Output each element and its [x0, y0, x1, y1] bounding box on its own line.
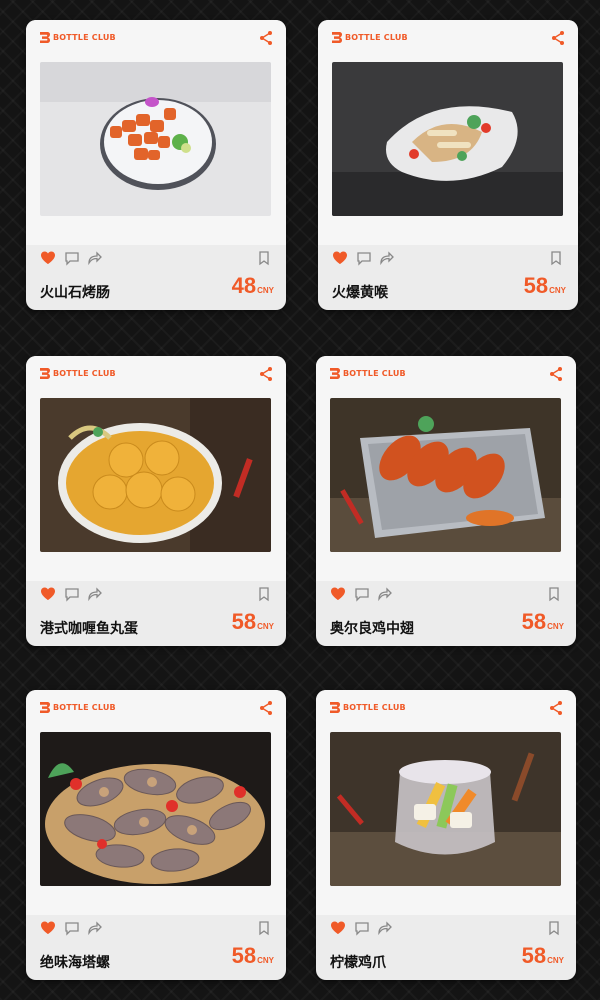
dish-price: 58CNY: [522, 943, 564, 969]
bottle-club-mark-icon: [40, 368, 50, 379]
bookmark-icon[interactable]: [548, 250, 564, 266]
forward-icon[interactable]: [376, 586, 392, 602]
dish-photo: [40, 732, 271, 886]
heart-icon[interactable]: [330, 920, 346, 936]
dish-name: 奥尔良鸡中翅: [330, 621, 414, 637]
dish-photo: [40, 398, 271, 552]
forward-icon[interactable]: [86, 586, 102, 602]
dish-photo: [40, 62, 271, 216]
dish-name: 火爆黄喉: [332, 285, 388, 301]
brand-name: BOTTLE CLUB: [343, 703, 406, 712]
bottle-club-mark-icon: [40, 32, 50, 43]
price-currency: CNY: [549, 286, 566, 295]
dish-price: 58CNY: [524, 273, 566, 299]
forward-icon[interactable]: [378, 250, 394, 266]
price-value: 58: [523, 273, 549, 298]
heart-icon[interactable]: [40, 920, 56, 936]
menu-card[interactable]: BOTTLE CLUB 火爆黄喉 58CNY: [318, 20, 578, 310]
brand-name: BOTTLE CLUB: [53, 33, 116, 42]
dish-price: 48CNY: [232, 273, 274, 299]
dish-name: 绝味海塔螺: [40, 955, 110, 971]
bookmark-icon[interactable]: [256, 920, 272, 936]
bottle-club-mark-icon: [330, 702, 340, 713]
price-value: 58: [231, 943, 257, 968]
action-bar: [330, 920, 562, 938]
dish-price: 58CNY: [232, 943, 274, 969]
brand-logo: BOTTLE CLUB: [330, 368, 406, 379]
bookmark-icon[interactable]: [256, 250, 272, 266]
price-currency: CNY: [547, 622, 564, 631]
bookmark-icon[interactable]: [256, 586, 272, 602]
heart-icon[interactable]: [332, 250, 348, 266]
dish-name: 火山石烤肠: [40, 285, 110, 301]
bottle-club-mark-icon: [40, 702, 50, 713]
action-bar: [40, 586, 272, 604]
share-icon[interactable]: [548, 700, 564, 716]
comment-icon[interactable]: [64, 586, 80, 602]
bookmark-icon[interactable]: [546, 920, 562, 936]
share-icon[interactable]: [258, 700, 274, 716]
brand-logo: BOTTLE CLUB: [40, 702, 116, 713]
brand-name: BOTTLE CLUB: [345, 33, 408, 42]
brand-logo: BOTTLE CLUB: [40, 368, 116, 379]
menu-card[interactable]: BOTTLE CLUB: [316, 690, 576, 980]
comment-icon[interactable]: [354, 920, 370, 936]
menu-card[interactable]: BOTTLE CLUB: [26, 20, 286, 310]
dish-photo: [330, 732, 561, 886]
brand-logo: BOTTLE CLUB: [330, 702, 406, 713]
menu-card[interactable]: BOTTLE CLUB 港式咖喱鱼丸蛋 58CNY: [26, 356, 286, 646]
heart-icon[interactable]: [40, 586, 56, 602]
bottle-club-mark-icon: [330, 368, 340, 379]
brand-logo: BOTTLE CLUB: [40, 32, 116, 43]
forward-icon[interactable]: [86, 920, 102, 936]
comment-icon[interactable]: [64, 920, 80, 936]
price-currency: CNY: [547, 956, 564, 965]
menu-card[interactable]: BOTTLE CLUB: [26, 690, 286, 980]
dish-price: 58CNY: [232, 609, 274, 635]
action-bar: [332, 250, 564, 268]
heart-icon[interactable]: [40, 250, 56, 266]
brand-logo: BOTTLE CLUB: [332, 32, 408, 43]
share-icon[interactable]: [258, 30, 274, 46]
price-currency: CNY: [257, 286, 274, 295]
dish-name: 港式咖喱鱼丸蛋: [40, 621, 138, 637]
forward-icon[interactable]: [376, 920, 392, 936]
brand-name: BOTTLE CLUB: [53, 703, 116, 712]
dish-price: 58CNY: [522, 609, 564, 635]
action-bar: [40, 250, 272, 268]
price-value: 58: [521, 943, 547, 968]
menu-card[interactable]: BOTTLE CLUB: [316, 356, 576, 646]
action-bar: [330, 586, 562, 604]
forward-icon[interactable]: [86, 250, 102, 266]
heart-icon[interactable]: [330, 586, 346, 602]
share-icon[interactable]: [258, 366, 274, 382]
bottle-club-mark-icon: [332, 32, 342, 43]
price-value: 58: [231, 609, 257, 634]
price-value: 58: [521, 609, 547, 634]
bookmark-icon[interactable]: [546, 586, 562, 602]
dish-photo: [330, 398, 561, 552]
price-currency: CNY: [257, 956, 274, 965]
share-icon[interactable]: [548, 366, 564, 382]
comment-icon[interactable]: [64, 250, 80, 266]
brand-name: BOTTLE CLUB: [343, 369, 406, 378]
dish-photo: [332, 62, 563, 216]
comment-icon[interactable]: [354, 586, 370, 602]
brand-name: BOTTLE CLUB: [53, 369, 116, 378]
price-currency: CNY: [257, 622, 274, 631]
action-bar: [40, 920, 272, 938]
dish-name: 柠檬鸡爪: [330, 955, 386, 971]
price-value: 48: [231, 273, 257, 298]
share-icon[interactable]: [550, 30, 566, 46]
comment-icon[interactable]: [356, 250, 372, 266]
